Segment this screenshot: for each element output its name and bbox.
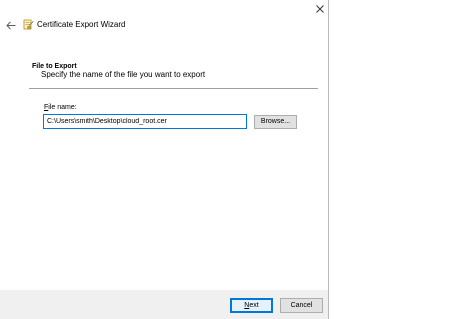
back-button[interactable] [4, 18, 18, 32]
file-name-label: File name: [44, 103, 77, 112]
certificate-wizard-icon [23, 19, 34, 30]
file-name-label-text: ile name: [48, 104, 77, 111]
certificate-export-wizard-window: Certificate Export Wizard File to Export… [0, 0, 329, 319]
next-button[interactable]: Next [230, 298, 273, 313]
divider [29, 88, 318, 89]
back-arrow-icon [6, 20, 16, 30]
cancel-button[interactable]: Cancel [280, 298, 323, 313]
close-button[interactable] [311, 0, 329, 18]
close-icon [316, 5, 324, 13]
title-bar: Certificate Export Wizard [0, 0, 329, 50]
browse-button[interactable]: Browse... [254, 115, 297, 129]
file-name-input[interactable] [43, 114, 247, 129]
section-description: Specify the name of the file you want to… [41, 70, 206, 79]
window-title: Certificate Export Wizard [37, 20, 126, 29]
footer-bar: Next Cancel [0, 290, 328, 319]
